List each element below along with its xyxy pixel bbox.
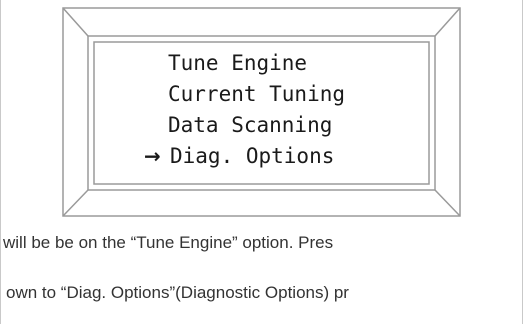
menu-item-label: Tune Engine (168, 51, 308, 75)
menu-item-label: Diag. Options (170, 144, 335, 168)
menu-item-label: Data Scanning (168, 113, 333, 137)
lcd-menu: Tune Engine Current Tuning Data Scanning… (104, 48, 424, 172)
body-text-line: will be be on the “Tune Engine” option. … (3, 233, 334, 252)
menu-item-current-tuning[interactable]: Current Tuning (104, 79, 424, 110)
menu-item-data-scanning[interactable]: Data Scanning (104, 110, 424, 141)
body-text-line: own to “Diag. Options”(Diagnostic Option… (6, 283, 349, 302)
right-arrow-icon: → (144, 144, 161, 168)
menu-item-tune-engine[interactable]: Tune Engine (104, 48, 424, 79)
menu-item-label: Current Tuning (168, 82, 346, 106)
menu-item-diag-options[interactable]: → Diag. Options (104, 141, 424, 172)
